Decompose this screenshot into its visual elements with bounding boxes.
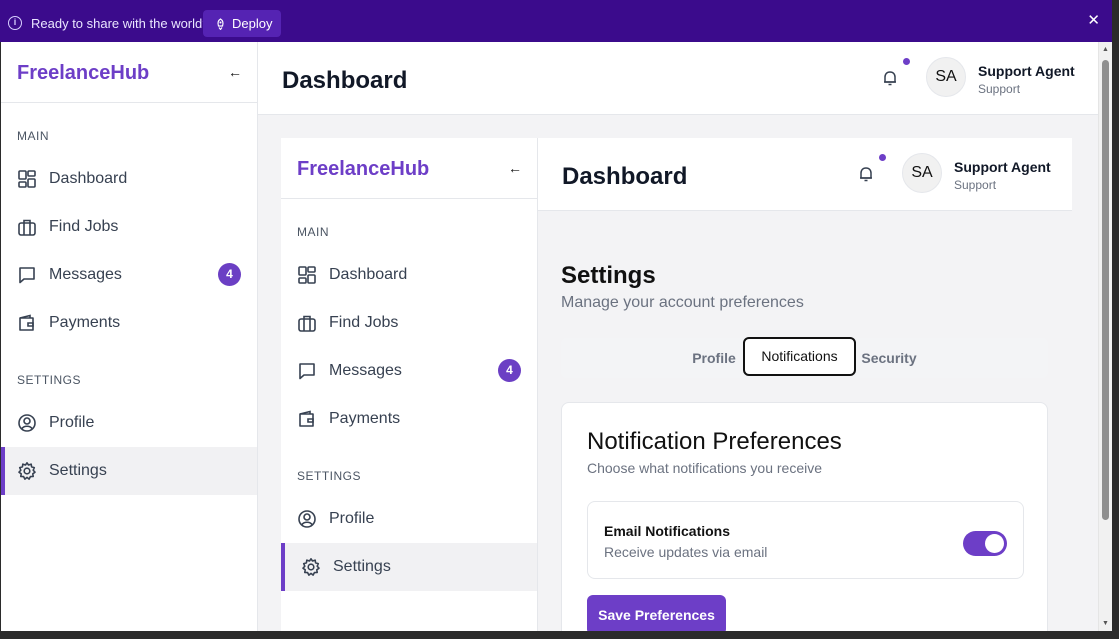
sidebar-item-label: Profile xyxy=(329,510,375,527)
sidebar-item-find-jobs[interactable]: Find Jobs xyxy=(281,299,537,347)
scrollbar-thumb[interactable] xyxy=(1102,60,1109,520)
sidebar-item-profile[interactable]: Profile xyxy=(1,399,257,447)
rocket-icon xyxy=(215,17,226,30)
banner-message: Ready to share with the world? xyxy=(31,16,210,31)
wallet-icon xyxy=(17,313,37,333)
page-title: Dashboard xyxy=(562,163,688,190)
tab-security[interactable]: Security xyxy=(856,338,922,378)
info-icon: i xyxy=(8,16,22,30)
bell-icon[interactable] xyxy=(881,69,899,87)
scrollbar[interactable]: ▲ ▼ xyxy=(1098,42,1112,631)
tab-notifications[interactable]: Notifications xyxy=(743,337,856,376)
scroll-down-icon[interactable]: ▼ xyxy=(1102,620,1109,627)
page-title: Dashboard xyxy=(282,67,408,94)
sidebar-item-label: Dashboard xyxy=(49,170,128,187)
sidebar-item-label: Profile xyxy=(49,414,95,431)
sidebar-item-label: Settings xyxy=(333,558,391,575)
sidebar-item-find-jobs[interactable]: Find Jobs xyxy=(1,203,257,251)
user-role: Support xyxy=(978,82,1021,96)
dashboard-icon xyxy=(297,265,317,285)
email-notifications-title: Email Notifications xyxy=(604,523,731,539)
card-title: Notification Preferences xyxy=(587,428,842,455)
deploy-button[interactable]: Deploy xyxy=(203,10,282,37)
sidebar-item-label: Messages xyxy=(329,362,402,379)
sidebar-item-label: Messages xyxy=(49,266,122,283)
avatar[interactable]: SA xyxy=(926,57,966,97)
sidebar-item-messages[interactable]: Messages 4 xyxy=(1,251,257,299)
user-name: Support Agent xyxy=(978,63,1075,79)
user-name: Support Agent xyxy=(954,159,1051,175)
email-notifications-toggle[interactable] xyxy=(963,531,1007,556)
sidebar: FreelanceHub ← MAIN Dashboard Find Jobs … xyxy=(1,42,258,631)
user-role: Support xyxy=(954,178,997,192)
briefcase-icon xyxy=(297,313,317,333)
deploy-label: Deploy xyxy=(232,16,273,31)
section-label-settings: SETTINGS xyxy=(297,469,362,483)
user-circle-icon xyxy=(17,413,37,433)
section-label-settings: SETTINGS xyxy=(17,373,82,387)
save-preferences-button[interactable]: Save Preferences xyxy=(587,595,726,631)
email-notifications-desc: Receive updates via email xyxy=(604,544,768,560)
settings-tabs: Profile Notifications Security xyxy=(561,337,1048,378)
briefcase-icon xyxy=(17,217,37,237)
tab-profile[interactable]: Profile xyxy=(681,338,747,378)
sidebar-item-label: Settings xyxy=(49,462,107,479)
collapse-sidebar-button[interactable]: ← xyxy=(508,160,522,176)
sidebar-item-settings[interactable]: Settings xyxy=(1,447,257,495)
section-label-main: MAIN xyxy=(297,225,329,239)
notification-preferences-card: Notification Preferences Choose what not… xyxy=(561,402,1048,631)
sidebar-item-settings[interactable]: Settings xyxy=(281,543,537,591)
sidebar-item-label: Dashboard xyxy=(329,266,408,283)
notification-dot xyxy=(903,58,910,65)
gear-icon xyxy=(301,557,321,577)
sidebar-header: FreelanceHub ← xyxy=(1,42,257,103)
message-icon xyxy=(17,265,37,285)
close-icon[interactable]: ✕ xyxy=(1087,13,1100,28)
sidebar-item-profile[interactable]: Profile xyxy=(281,495,537,543)
sidebar-item-payments[interactable]: Payments xyxy=(281,395,537,443)
bell-icon[interactable] xyxy=(857,165,875,183)
nested-header: Dashboard SA Support Agent Support xyxy=(538,138,1072,211)
message-icon xyxy=(297,361,317,381)
user-circle-icon xyxy=(297,509,317,529)
section-label-main: MAIN xyxy=(17,129,49,143)
sidebar-item-label: Payments xyxy=(49,314,121,331)
app-frame: FreelanceHub ← MAIN Dashboard Find Jobs … xyxy=(1,42,1112,631)
sidebar-item-payments[interactable]: Payments xyxy=(1,299,257,347)
sidebar-item-label: Find Jobs xyxy=(329,314,399,331)
brand-logo[interactable]: FreelanceHub xyxy=(17,62,149,85)
sidebar-item-label: Payments xyxy=(329,410,401,427)
wallet-icon xyxy=(297,409,317,429)
card-subtitle: Choose what notifications you receive xyxy=(587,460,823,476)
unread-count-badge: 4 xyxy=(498,359,521,382)
sidebar-item-label: Find Jobs xyxy=(49,218,119,235)
sidebar-item-dashboard[interactable]: Dashboard xyxy=(281,251,537,299)
gear-icon xyxy=(17,461,37,481)
email-notifications-row: Email Notifications Receive updates via … xyxy=(587,501,1024,579)
settings-subtitle: Manage your account preferences xyxy=(561,294,804,311)
sidebar-item-messages[interactable]: Messages 4 xyxy=(281,347,537,395)
sidebar-item-dashboard[interactable]: Dashboard xyxy=(1,155,257,203)
nested-sidebar: FreelanceHub ← MAIN Dashboard Find Jobs … xyxy=(281,138,538,631)
unread-count-badge: 4 xyxy=(218,263,241,286)
brand-logo[interactable]: FreelanceHub xyxy=(297,158,429,181)
dashboard-icon xyxy=(17,169,37,189)
header: Dashboard SA Support Agent Support xyxy=(258,42,1098,115)
sidebar-header: FreelanceHub ← xyxy=(281,138,537,199)
scroll-up-icon[interactable]: ▲ xyxy=(1102,46,1109,53)
avatar[interactable]: SA xyxy=(902,153,942,193)
toggle-knob xyxy=(985,534,1004,553)
collapse-sidebar-button[interactable]: ← xyxy=(228,64,242,80)
settings-title: Settings xyxy=(561,262,656,289)
notification-dot xyxy=(879,154,886,161)
deploy-banner: i Ready to share with the world? Deploy … xyxy=(0,0,1112,42)
